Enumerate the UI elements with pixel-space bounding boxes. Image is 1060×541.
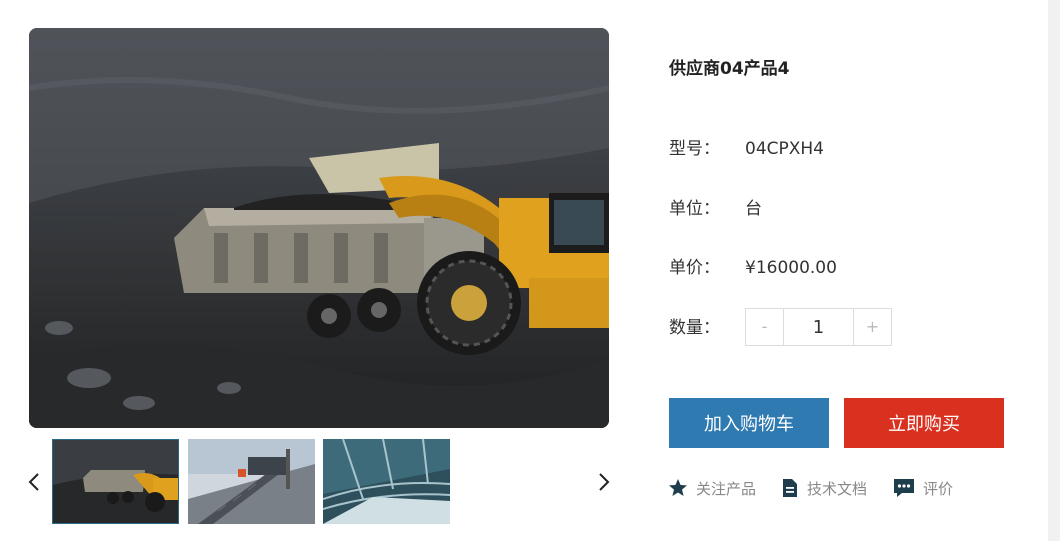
main-product-image: [29, 28, 609, 428]
quantity-stepper: - +: [745, 308, 892, 346]
tech-docs-link[interactable]: 技术文档: [781, 476, 867, 500]
thumbnail-prev-arrow[interactable]: [22, 468, 46, 496]
chevron-right-icon: [599, 473, 610, 491]
spec-row-model: 型号： 04CPXH4: [669, 137, 824, 161]
page-scrollbar-gutter: [1048, 0, 1060, 541]
spec-row-price: 单价： ¥16000.00: [669, 256, 837, 280]
comment-icon: [894, 479, 914, 497]
chevron-left-icon: [28, 473, 39, 491]
spec-row-unit: 单位： 台: [669, 197, 762, 221]
quantity-decrement-button[interactable]: -: [746, 309, 783, 345]
thumbnail-3[interactable]: [323, 439, 450, 524]
quantity-increment-button[interactable]: +: [854, 309, 891, 345]
buy-now-button[interactable]: 立即购买: [844, 398, 1004, 448]
quantity-label: 数量：: [669, 318, 720, 338]
product-title: 供应商04产品4: [669, 59, 790, 79]
thumbnail-1[interactable]: [52, 439, 179, 524]
spec-value: 台: [745, 199, 762, 219]
spec-value: 04CPXH4: [745, 139, 824, 159]
thumbnail-next-arrow[interactable]: [592, 468, 616, 496]
spec-label: 单位：: [669, 199, 720, 219]
follow-product-label: 关注产品: [696, 479, 757, 498]
thumbnail-2[interactable]: [188, 439, 315, 524]
spec-label: 单价：: [669, 258, 720, 278]
spec-label: 型号：: [669, 139, 720, 159]
tech-docs-label: 技术文档: [807, 479, 868, 498]
review-label: 评价: [923, 479, 954, 498]
add-to-cart-button[interactable]: 加入购物车: [669, 398, 829, 448]
spec-row-quantity: 数量：: [669, 316, 745, 340]
quantity-input[interactable]: [783, 309, 854, 345]
spec-value: ¥16000.00: [745, 258, 837, 278]
star-icon: [669, 479, 687, 496]
document-icon: [783, 479, 797, 497]
follow-product-link[interactable]: 关注产品: [668, 476, 756, 500]
review-link[interactable]: 评价: [893, 476, 953, 500]
